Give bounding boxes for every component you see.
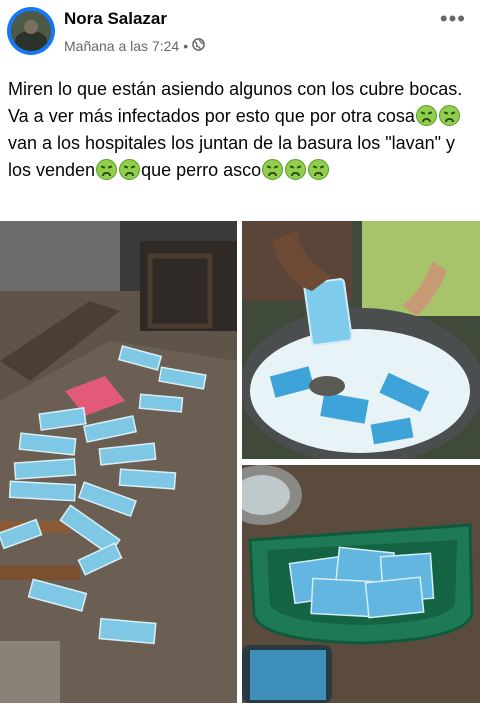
author-name[interactable]: Nora Salazar (64, 9, 167, 29)
nauseated-face-emoji (415, 105, 437, 126)
nauseated-face-emoji (438, 105, 460, 126)
nauseated-face-emoji (96, 159, 118, 180)
nauseated-face-emoji (285, 159, 307, 180)
meta-separator: • (183, 38, 189, 54)
nauseated-face-emoji (119, 159, 141, 180)
globe-icon (192, 38, 205, 54)
post-timestamp[interactable]: Mañana a las 7:24 (64, 38, 179, 54)
post-text: Miren lo que están asiendo algunos con l… (8, 76, 474, 184)
nauseated-face-emoji (308, 159, 330, 180)
post-text-part-3: que perro asco (141, 160, 262, 180)
post-meta: Mañana a las 7:24 • (64, 38, 205, 54)
more-options-icon[interactable]: ••• (440, 6, 466, 32)
avatar[interactable] (7, 7, 55, 55)
photo-discarded-masks-floor[interactable] (0, 221, 237, 703)
avatar-photo (11, 11, 51, 51)
nauseated-face-emoji (262, 159, 284, 180)
post-header: Nora Salazar Mañana a las 7:24 • ••• (0, 0, 480, 64)
photo-masks-green-basin[interactable] (242, 465, 480, 703)
photo-grid (0, 221, 480, 703)
photo-masks-washing-tub[interactable] (242, 221, 480, 459)
post-text-part-1: Miren lo que están asiendo algunos con l… (8, 79, 463, 126)
